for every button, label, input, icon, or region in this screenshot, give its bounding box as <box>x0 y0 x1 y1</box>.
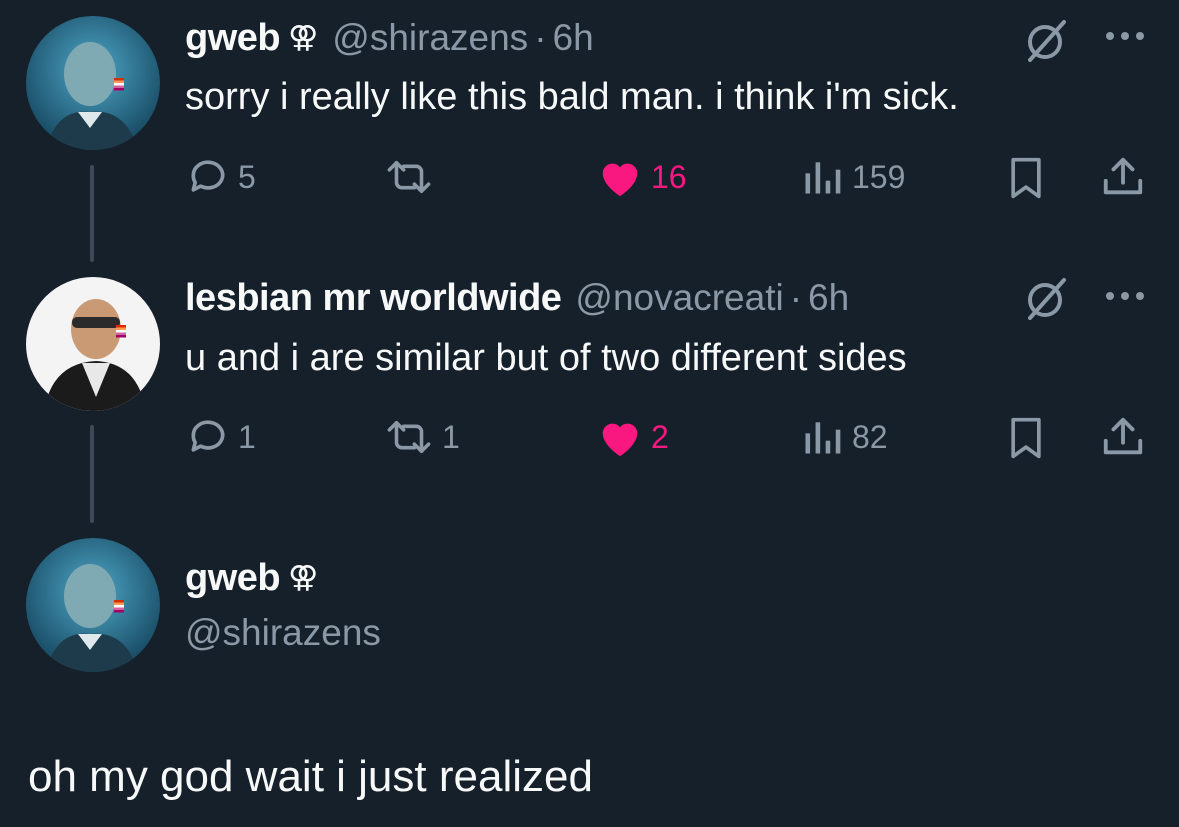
thread-view: gweb ⚢ @shirazens · 6h sorry i really li… <box>0 0 1179 827</box>
tweet-text: sorry i really like this bald man. i thi… <box>185 76 959 118</box>
grok-icon[interactable] <box>1020 16 1070 66</box>
separator: · <box>534 17 547 58</box>
repost-button[interactable] <box>384 155 442 199</box>
separator: · <box>789 277 803 318</box>
view-count: 82 <box>852 418 888 455</box>
handle[interactable]: @shirazens <box>185 612 381 654</box>
heart-icon <box>602 163 638 197</box>
like-button[interactable]: 16 <box>597 155 687 199</box>
views-icon <box>805 162 841 194</box>
timestamp[interactable]: 6h <box>808 277 849 319</box>
reply-button[interactable]: 5 <box>186 155 256 199</box>
heart-icon <box>602 423 638 457</box>
share-icon[interactable] <box>1100 413 1146 461</box>
lesbian-symbol-icon: ⚢ <box>288 561 319 594</box>
handle[interactable]: @novacreati <box>575 277 783 319</box>
thread-connector <box>90 425 94 523</box>
views-button[interactable]: 159 <box>800 155 905 199</box>
like-count: 16 <box>651 158 687 195</box>
main-tweet-text: oh my god wait i just realized <box>28 752 593 801</box>
lesbian-symbol-icon: ⚢ <box>288 21 319 54</box>
avatar-lesbian-mr-worldwide[interactable] <box>26 277 160 411</box>
reply-button[interactable]: 1 <box>186 415 256 459</box>
reply-count: 1 <box>238 418 256 455</box>
repost-icon <box>387 160 431 194</box>
repost-icon <box>387 420 431 454</box>
repost-count: 1 <box>442 418 460 455</box>
views-button[interactable]: 82 <box>800 415 888 459</box>
bookmark-icon[interactable] <box>1004 155 1048 201</box>
share-icon[interactable] <box>1100 153 1146 201</box>
display-name[interactable]: gweb <box>185 557 281 600</box>
timestamp[interactable]: 6h <box>553 17 594 59</box>
grok-icon[interactable] <box>1020 274 1070 324</box>
avatar-gweb[interactable] <box>26 538 160 672</box>
display-name[interactable]: lesbian mr worldwide <box>185 277 562 320</box>
tweet-text: u and i are similar but of two different… <box>185 337 907 379</box>
main-tweet-header: gweb ⚢ <box>185 554 318 602</box>
reply-icon <box>191 420 225 452</box>
handle[interactable]: @shirazens <box>332 17 528 59</box>
more-icon[interactable] <box>1102 28 1148 44</box>
thread-connector <box>90 165 94 262</box>
like-button[interactable]: 2 <box>597 415 669 459</box>
tweet-header: gweb ⚢ @shirazens · 6h <box>185 14 594 62</box>
reply-count: 5 <box>238 158 256 195</box>
views-icon <box>805 422 841 454</box>
bookmark-icon[interactable] <box>1004 415 1048 461</box>
repost-button[interactable]: 1 <box>384 415 460 459</box>
more-icon[interactable] <box>1102 288 1148 304</box>
like-count: 2 <box>651 418 669 455</box>
avatar-gweb[interactable] <box>26 16 160 150</box>
reply-icon <box>191 160 225 192</box>
tweet-header: lesbian mr worldwide @novacreati · 6h <box>185 274 849 322</box>
view-count: 159 <box>852 158 906 195</box>
display-name[interactable]: gweb <box>185 17 281 60</box>
